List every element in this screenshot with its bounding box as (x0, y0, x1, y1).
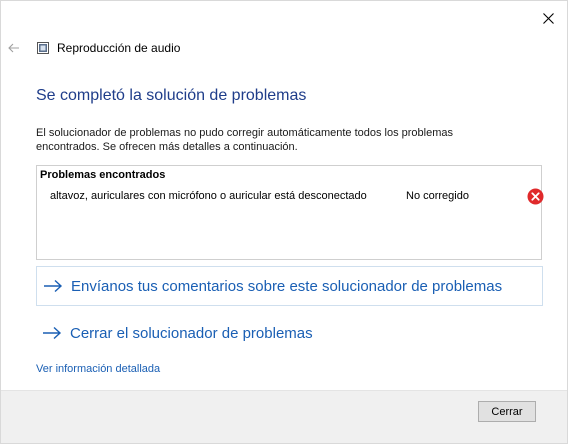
close-troubleshooter-link[interactable]: Cerrar el solucionador de problemas (36, 313, 313, 353)
problem-status: No corregido (406, 190, 469, 202)
feedback-link[interactable]: Envíanos tus comentarios sobre este solu… (36, 266, 543, 306)
window-title: Reproducción de audio (57, 41, 181, 55)
problem-description: altavoz, auriculares con micrófono o aur… (50, 190, 367, 202)
dialog-footer: Cerrar (1, 390, 567, 443)
close-icon (542, 12, 554, 24)
back-button[interactable] (7, 41, 21, 55)
error-icon (527, 188, 544, 205)
troubleshooter-window: Reproducción de audio Se completó la sol… (0, 0, 568, 444)
close-troubleshooter-link-text: Cerrar el solucionador de problemas (70, 324, 313, 342)
view-details-link[interactable]: Ver información detallada (36, 363, 160, 375)
arrow-right-icon (43, 326, 62, 340)
troubleshooter-app-icon (37, 42, 49, 54)
back-arrow-icon (8, 43, 19, 53)
page-description: El solucionador de problemas no pudo cor… (36, 127, 454, 153)
feedback-link-text: Envíanos tus comentarios sobre este solu… (71, 277, 503, 295)
window-titlebar: Reproducción de audio (7, 38, 180, 58)
window-close-button[interactable] (537, 7, 559, 29)
problems-found-panel: Problemas encontrados altavoz, auricular… (36, 165, 544, 260)
arrow-right-icon (44, 279, 63, 293)
problems-found-title: Problemas encontrados (40, 169, 166, 181)
problem-row: altavoz, auriculares con micrófono o aur… (50, 188, 544, 206)
page-heading: Se completó la solución de problemas (36, 87, 307, 104)
close-button[interactable]: Cerrar (478, 401, 536, 422)
